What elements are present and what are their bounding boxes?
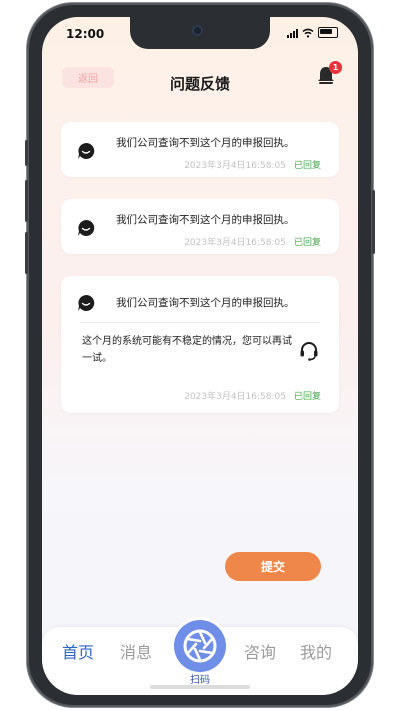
page-title: 问题反馈 [169,75,230,93]
status-time: 12:00 [66,27,105,41]
tab-home[interactable]: 首页 [62,639,94,663]
feedback-meta: 2023年3月4日16:58:05 已回复 [184,158,321,171]
divider [80,322,320,323]
scan-button[interactable] [174,620,226,672]
feedback-timestamp: 2023年3月4日16:58:05 [184,161,286,171]
reply-status: 已回复 [293,392,321,402]
feedback-card[interactable]: 我们公司查询不到这个月的申报回执。 2023年3月4日16:58:05 已回复 [61,122,339,177]
feedback-question: 我们公司查询不到这个月的申报回执。 [116,214,295,226]
headset-icon [300,342,318,361]
tab-mine[interactable]: 我的 [300,639,332,663]
feedback-meta: 2023年3月4日16:58:05 已回复 [184,235,321,248]
aperture-icon [183,629,217,663]
feedback-card-expanded[interactable]: 我们公司查询不到这个月的申报回执。 这个月的系统可能有不稳定的情况，您可以再试一… [61,276,339,413]
wifi-icon [302,28,314,38]
reply-status: 已回复 [293,161,321,171]
phone-volume-up-button [25,180,28,222]
support-reply: 这个月的系统可能有不稳定的情况，您可以再试一试。 [82,336,292,364]
feedback-meta: 2023年3月4日16:58:05 已回复 [184,389,321,402]
signal-icon [287,28,298,38]
status-icons [287,27,338,38]
phone-power-button [372,190,375,254]
tab-consult[interactable]: 咨询 [244,639,276,663]
camera-icon [192,25,203,36]
feedback-timestamp: 2023年3月4日16:58:05 [184,238,286,248]
battery-icon [318,27,338,38]
notch [130,17,270,49]
home-indicator [150,685,250,689]
chat-bubble-icon [78,219,95,236]
app-screen: 12:00 返回 问题反馈 1 我们公司查询不到这个月的申报回执。 2023年3… [42,17,358,695]
phone-side-button [25,140,28,166]
feedback-timestamp: 2023年3月4日16:58:05 [184,392,286,402]
feedback-card[interactable]: 我们公司查询不到这个月的申报回执。 2023年3月4日16:58:05 已回复 [61,199,339,254]
chat-bubble-icon [78,294,95,311]
notification-badge: 1 [329,61,342,74]
scan-label[interactable]: 扫码 [42,671,358,686]
reply-status: 已回复 [293,238,321,248]
tab-messages[interactable]: 消息 [120,639,152,663]
feedback-question: 我们公司查询不到这个月的申报回执。 [116,137,295,149]
chat-bubble-icon [78,142,95,159]
phone-volume-down-button [25,232,28,274]
submit-button[interactable]: 提交 [225,552,321,581]
feedback-question: 我们公司查询不到这个月的申报回执。 [116,297,295,309]
